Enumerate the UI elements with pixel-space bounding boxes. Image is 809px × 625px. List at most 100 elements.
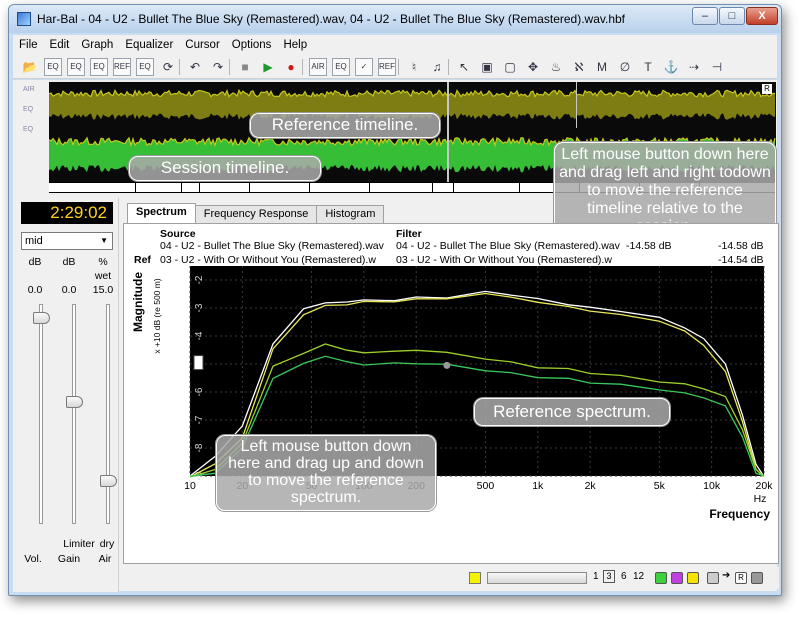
maximize-button[interactable]: □ (719, 7, 745, 25)
tool-7-icon[interactable]: T (639, 58, 657, 76)
menu-bar: File Edit Graph Equalizer Cursor Options… (13, 35, 777, 55)
band-select[interactable]: mid ▼ (21, 232, 113, 250)
redo-icon[interactable]: ↷ (209, 58, 227, 76)
menu-cursor[interactable]: Cursor (179, 39, 226, 51)
menu-graph[interactable]: Graph (75, 39, 119, 51)
eq-check-label: EQ (23, 126, 34, 133)
zoom-out-box-icon[interactable]: ▢ (501, 58, 519, 76)
air-toggle-icon[interactable]: AIR (309, 58, 327, 76)
eq-label: EQ (23, 106, 34, 113)
gray-toggle[interactable] (707, 572, 719, 584)
menu-options[interactable]: Options (226, 39, 278, 51)
play-icon[interactable]: ▶ (259, 58, 277, 76)
y-tick-label: -3 (194, 303, 205, 312)
move-icon[interactable]: ✥ (524, 58, 542, 76)
status-value-12: 12 (633, 571, 645, 582)
x-tick-label: 1k (532, 480, 544, 492)
controls-panel: 2:29:02 mid ▼ dB dB % wet 0.0 0.0 15.0 Li… (13, 198, 119, 592)
air-label-bottom: Air (98, 553, 112, 565)
drag-handle (193, 355, 204, 371)
ruler-tick (453, 183, 454, 193)
ruler-tick (199, 183, 200, 193)
time-display: 2:29:02 (21, 202, 113, 224)
tool-6-icon[interactable]: ∅ (616, 58, 634, 76)
ref-toggle-icon[interactable]: REF (378, 58, 396, 76)
legend-filter-header: Filter (396, 228, 422, 240)
menu-file[interactable]: File (13, 39, 44, 51)
gain-slider-track[interactable] (72, 304, 76, 524)
gain-unit: dB (62, 256, 76, 268)
tool-8-icon[interactable]: ⚓ (662, 58, 680, 76)
legend-source-header: Source (160, 228, 196, 240)
dark-toggle[interactable] (751, 572, 763, 584)
y-unit-label: x +10 dB (re 500 m) (152, 278, 162, 354)
toolbar-separator (179, 59, 180, 75)
menu-help[interactable]: Help (277, 39, 313, 51)
ruler-tick (369, 183, 370, 193)
x-tick-label: 10k (703, 480, 721, 492)
zoom-in-box-icon[interactable]: ▣ (478, 58, 496, 76)
menu-equalizer[interactable]: Equalizer (119, 39, 179, 51)
progress-bar (487, 572, 587, 584)
tab-frequency-response[interactable]: Frequency Response (194, 205, 318, 223)
tool-4-icon[interactable]: ℵ (570, 58, 588, 76)
yellow-toggle[interactable] (687, 572, 699, 584)
x-tick-label: 10 (184, 480, 196, 492)
title-bar[interactable]: Har-Bal - 04 - U2 - Bullet The Blue Sky … (9, 5, 781, 33)
gain-slider-thumb[interactable] (66, 395, 83, 408)
gain-value: 0.0 (61, 284, 77, 296)
ruler-tick (309, 183, 310, 193)
air-label: AIR (23, 86, 35, 93)
tool-2-icon[interactable]: ♫ (428, 58, 446, 76)
open-eq-icon[interactable]: EQ (44, 58, 62, 76)
refresh-icon[interactable]: ⟳ (159, 58, 177, 76)
tool-9-icon[interactable]: ⇢ (685, 58, 703, 76)
eq-check-icon[interactable]: ✓ (355, 58, 373, 76)
drag-spectrum-callout: Left mouse button down here and drag up … (216, 435, 436, 511)
purple-toggle[interactable] (671, 572, 683, 584)
client-area: AIR EQ EQ R Reference timeline. Session … (13, 80, 779, 592)
air-slider-thumb[interactable] (100, 474, 117, 487)
spectrum-chart[interactable]: -2-3-4-5-6-7-8-91020501002005001k2k5k10k… (124, 266, 780, 566)
tool-1-icon[interactable]: ♮ (405, 58, 423, 76)
minimize-button[interactable]: – (692, 7, 718, 25)
green-toggle[interactable] (655, 572, 667, 584)
vol-slider-track[interactable] (39, 304, 43, 524)
x-tick-label: 2k (585, 480, 597, 492)
vol-unit: dB (28, 256, 42, 268)
record-icon[interactable]: ● (282, 58, 300, 76)
save-reference-icon[interactable]: EQ (136, 58, 154, 76)
y-tick-label: -2 (194, 275, 205, 284)
ref-marker[interactable]: R (762, 84, 772, 94)
toolbar-separator (398, 59, 399, 75)
air-wet-label: wet (94, 270, 112, 282)
toolbar-separator (302, 59, 303, 75)
status-value-1: 1 (593, 571, 599, 582)
spectrum-panel: Source Filter 04 - U2 - Bullet The Blue … (123, 223, 779, 564)
save-eq-as-icon[interactable]: EQ (67, 58, 85, 76)
undo-icon[interactable]: ↶ (186, 58, 204, 76)
vol-value: 0.0 (27, 284, 43, 296)
open-file-icon[interactable]: 📂 (21, 58, 39, 76)
ruler-tick (519, 183, 520, 193)
tab-histogram[interactable]: Histogram (316, 205, 385, 223)
menu-edit[interactable]: Edit (44, 39, 76, 51)
tab-spectrum[interactable]: Spectrum (127, 203, 196, 223)
save-eq-icon[interactable]: EQ (90, 58, 108, 76)
close-button[interactable]: X (746, 7, 778, 25)
status-value-3[interactable]: 3 (603, 570, 615, 583)
pointer-icon[interactable]: ↖ (455, 58, 473, 76)
legend-row2-filter: 03 - U2 - With Or Without You (Remastere… (396, 254, 612, 266)
open-reference-icon[interactable]: REF (113, 58, 131, 76)
tool-10-icon[interactable]: ⊣ (708, 58, 726, 76)
toolbar-separator (448, 59, 449, 75)
ref-toggle[interactable]: R (735, 572, 747, 584)
vol-slider-thumb[interactable] (33, 312, 50, 325)
tool-3-icon[interactable]: ♨ (547, 58, 565, 76)
gain-label: Gain (57, 553, 81, 565)
tool-5-icon[interactable]: M (593, 58, 611, 76)
air-slider-track[interactable] (106, 304, 110, 524)
eq-toggle-icon[interactable]: EQ (332, 58, 350, 76)
stop-icon[interactable]: ■ (236, 58, 254, 76)
y-tick-label: -7 (194, 415, 205, 424)
